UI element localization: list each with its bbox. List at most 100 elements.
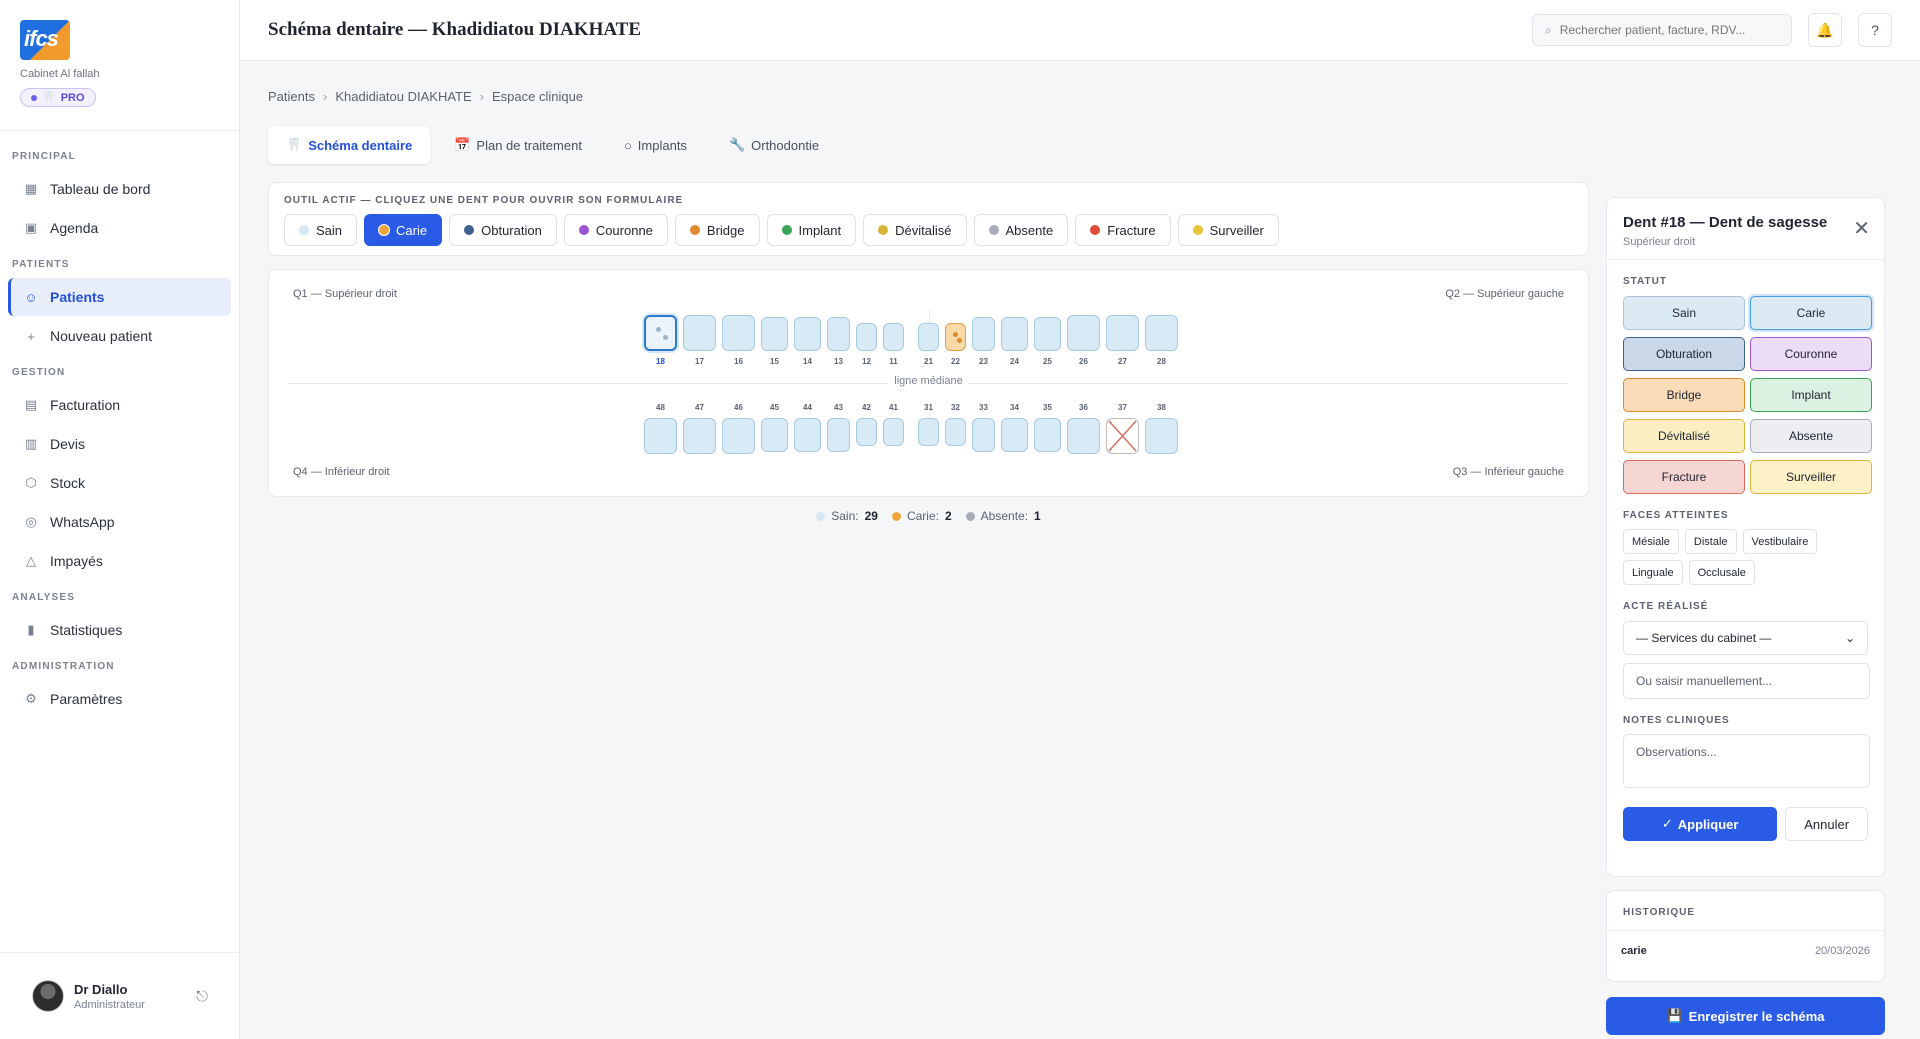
statut-label: STATUT xyxy=(1623,276,1667,287)
breadcrumb-item[interactable]: Patients xyxy=(268,89,315,104)
tool-couronne[interactable]: Couronne xyxy=(563,214,668,246)
tooth-shape[interactable] xyxy=(856,418,877,446)
tooth-shape[interactable] xyxy=(1001,317,1028,351)
notes-textarea[interactable] xyxy=(1623,734,1870,788)
tooth-shape[interactable] xyxy=(1067,315,1100,351)
tooth-shape[interactable] xyxy=(683,418,716,454)
sidebar-item-devis[interactable]: ▥ Devis xyxy=(8,425,231,463)
status-obturation[interactable]: Obturation xyxy=(1623,337,1745,371)
tooth-shape[interactable] xyxy=(918,418,939,446)
status-implant[interactable]: Implant xyxy=(1750,378,1872,412)
tool-obturation[interactable]: Obturation xyxy=(449,214,557,246)
sidebar-item-tableau-de-bord[interactable]: ▦ Tableau de bord xyxy=(8,170,231,208)
sidebar-item-nouveau-patient[interactable]: + Nouveau patient xyxy=(8,317,231,355)
face-mésiale[interactable]: Mésiale xyxy=(1623,529,1679,554)
tool-label: Couronne xyxy=(595,222,653,238)
apply-button[interactable]: ✓ Appliquer xyxy=(1623,807,1778,841)
tooth-shape[interactable] xyxy=(945,323,966,351)
sidebar-item-whatsapp[interactable]: ◎ WhatsApp xyxy=(8,503,231,541)
save-chart-button[interactable]: 💾 Enregistrer le schéma xyxy=(1606,997,1885,1035)
sidebar-item-stock[interactable]: ⬡ Stock xyxy=(8,464,231,502)
search-box[interactable]: ⌕ xyxy=(1532,14,1792,46)
logout-icon[interactable]: ⎋ xyxy=(196,988,208,1005)
tooth-shape[interactable] xyxy=(883,323,904,351)
tool-sain[interactable]: Sain xyxy=(284,214,358,246)
tab-plan-de-traitement[interactable]: 📅 Plan de traitement xyxy=(436,126,600,164)
sidebar-item-patients[interactable]: ☺ Patients xyxy=(8,278,231,316)
tooth-42: 42 xyxy=(853,403,880,446)
tooth-shape[interactable] xyxy=(1034,418,1061,452)
tab-schéma-dentaire[interactable]: 🦷 Schéma dentaire xyxy=(268,126,431,164)
tooth-shape[interactable] xyxy=(761,418,788,452)
tooth-shape[interactable] xyxy=(972,418,995,452)
tool-surveiller[interactable]: Surveiller xyxy=(1177,214,1279,246)
tool-absente[interactable]: Absente xyxy=(973,214,1069,246)
tool-color-dot xyxy=(379,225,390,235)
tooth-shape[interactable] xyxy=(1067,418,1100,454)
notifications-button[interactable]: 🔔 xyxy=(1808,13,1842,47)
tooth-shape[interactable] xyxy=(794,317,821,351)
status-bridge[interactable]: Bridge xyxy=(1623,378,1745,412)
status-couronne[interactable]: Couronne xyxy=(1750,337,1872,371)
lower-teeth: 48 47 46 45 44 43 42 41 31 32 33 34 35 36 37 38 xyxy=(641,403,1181,454)
tooth-shape[interactable] xyxy=(722,418,755,454)
tooth-shape[interactable] xyxy=(1145,418,1178,454)
tooth-35: 35 xyxy=(1031,403,1064,452)
sidebar-item-agenda[interactable]: ▣ Agenda xyxy=(8,209,231,247)
tool-bridge[interactable]: Bridge xyxy=(674,214,760,246)
avatar[interactable] xyxy=(32,980,64,1012)
tooth-shape[interactable] xyxy=(945,418,966,446)
status-absente[interactable]: Absente xyxy=(1750,419,1872,453)
tool-dévitalisé[interactable]: Dévitalisé xyxy=(863,214,967,246)
status-carie[interactable]: Carie xyxy=(1750,296,1872,330)
tooth-shape[interactable] xyxy=(794,418,821,452)
tab-implants[interactable]: ○ Implants xyxy=(606,126,705,164)
help-button[interactable]: ? xyxy=(1858,13,1892,47)
tooth-shape[interactable] xyxy=(827,317,850,351)
face-vestibulaire[interactable]: Vestibulaire xyxy=(1742,529,1818,554)
tooth-shape[interactable] xyxy=(1106,418,1139,454)
close-icon[interactable]: ✕ xyxy=(1853,216,1870,241)
breadcrumb-separator: › xyxy=(479,89,485,104)
acte-input[interactable] xyxy=(1623,663,1870,699)
status-surveiller[interactable]: Surveiller xyxy=(1750,460,1872,494)
legend-label: Absente: xyxy=(980,509,1029,523)
tooth-shape[interactable] xyxy=(856,323,877,351)
sidebar-item-facturation[interactable]: ▤ Facturation xyxy=(8,386,231,424)
status-fracture[interactable]: Fracture xyxy=(1623,460,1745,494)
tooth-shape[interactable] xyxy=(827,418,850,452)
status-sain[interactable]: Sain xyxy=(1623,296,1745,330)
face-occlusale[interactable]: Occlusale xyxy=(1688,560,1755,585)
tooth-shape[interactable] xyxy=(644,418,677,454)
tooth-27: 27 xyxy=(1103,315,1142,366)
tool-row: Sain Carie Obturation Couronne Bridge Implant… xyxy=(284,214,1573,246)
tooth-shape[interactable] xyxy=(722,315,755,351)
logo[interactable]: ifcs xyxy=(20,20,70,60)
dental-chart: Q1 — Supérieur droit Q2 — Supérieur gauc… xyxy=(268,269,1589,497)
tooth-17: 17 xyxy=(680,315,719,366)
tooth-shape[interactable] xyxy=(1106,315,1139,351)
search-input[interactable] xyxy=(1559,23,1770,37)
tooth-shape[interactable] xyxy=(1145,315,1178,351)
sidebar-item-statistiques[interactable]: ▮ Statistiques xyxy=(8,611,231,649)
sidebar-item-impayés[interactable]: △ Impayés xyxy=(8,542,231,580)
tooth-shape[interactable] xyxy=(1001,418,1028,452)
tooth-shape[interactable] xyxy=(883,418,904,446)
tab-orthodontie[interactable]: 🔧 Orthodontie xyxy=(711,126,837,164)
tool-implant[interactable]: Implant xyxy=(766,214,857,246)
tooth-shape[interactable] xyxy=(918,323,939,351)
tool-carie[interactable]: Carie xyxy=(364,214,443,246)
sidebar-item-paramètres[interactable]: ⚙ Paramètres xyxy=(8,680,231,718)
status-dévitalisé[interactable]: Dévitalisé xyxy=(1623,419,1745,453)
tooth-shape[interactable] xyxy=(1034,317,1061,351)
tooth-shape[interactable] xyxy=(761,317,788,351)
face-linguale[interactable]: Linguale xyxy=(1623,560,1683,585)
tool-fracture[interactable]: Fracture xyxy=(1075,214,1171,246)
breadcrumb-item[interactable]: Khadidiatou DIAKHATE xyxy=(335,89,471,104)
tooth-shape[interactable] xyxy=(644,315,677,351)
tooth-shape[interactable] xyxy=(683,315,716,351)
tooth-shape[interactable] xyxy=(972,317,995,351)
acte-select[interactable]: — Services du cabinet — ⌄ xyxy=(1623,621,1868,655)
cancel-button[interactable]: Annuler xyxy=(1785,807,1868,841)
face-distale[interactable]: Distale xyxy=(1684,529,1737,554)
